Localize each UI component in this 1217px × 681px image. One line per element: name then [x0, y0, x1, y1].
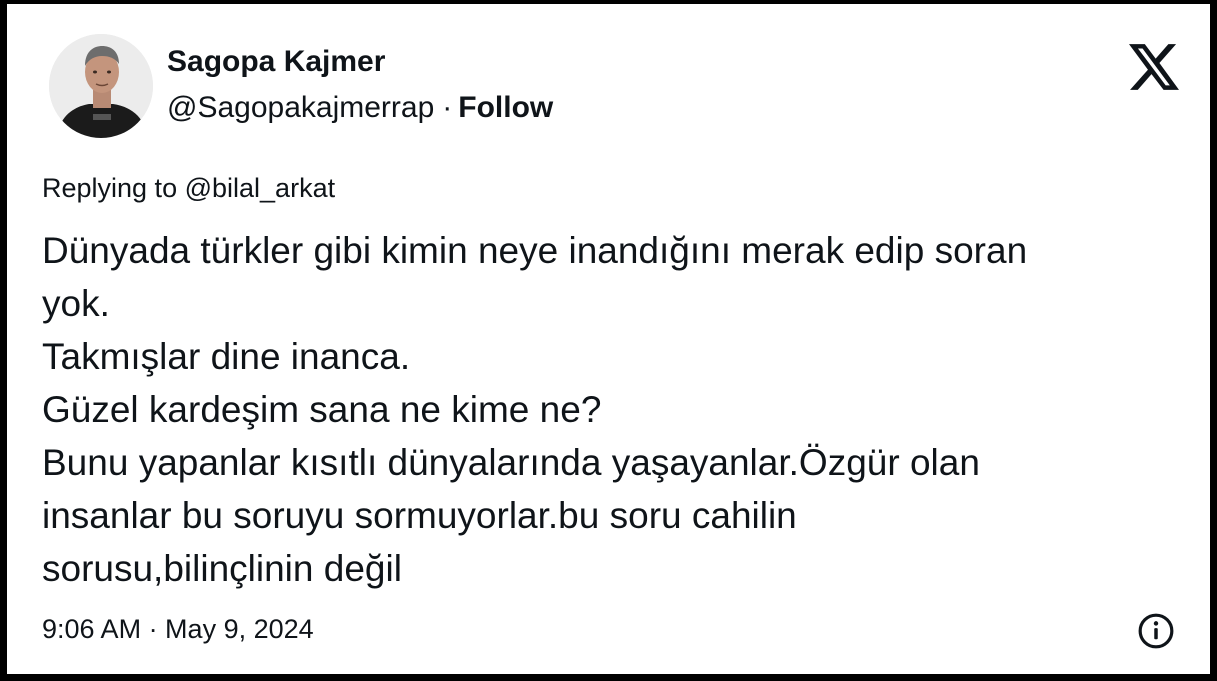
- author-handle[interactable]: @Sagopakajmerrap: [167, 91, 434, 124]
- tweet-line: yok.: [42, 283, 110, 324]
- tweet-line: insanlar bu soruyu sormuyorlar.bu soru c…: [42, 495, 797, 536]
- author-handle-row: @Sagopakajmerrap · Follow: [167, 88, 553, 128]
- tweet-line: Dünyada türkler gibi kimin neye inandığı…: [42, 230, 1028, 271]
- reply-mention-link[interactable]: @bilal_arkat: [185, 173, 335, 203]
- tweet-line: Takmışlar dine inanca.: [42, 336, 411, 377]
- follow-button[interactable]: Follow: [458, 91, 553, 124]
- info-icon[interactable]: [1137, 612, 1175, 650]
- tweet-line: sorusu,bilinçlinin değil: [42, 548, 402, 589]
- tweet-text: Dünyada türkler gibi kimin neye inandığı…: [42, 224, 1192, 595]
- tweet-line: Güzel kardeşim sana ne kime ne?: [42, 389, 602, 430]
- tweet-card: Sagopa Kajmer @Sagopakajmerrap · Follow Re…: [7, 4, 1210, 674]
- avatar-image: [49, 34, 153, 138]
- replying-to: Replying to @bilal_arkat: [42, 170, 335, 206]
- avatar[interactable]: [49, 34, 153, 138]
- tweet-timestamp[interactable]: 9:06 AM · May 9, 2024: [42, 611, 314, 647]
- author-name[interactable]: Sagopa Kajmer: [167, 42, 385, 82]
- handle-separator: ·: [442, 91, 453, 124]
- x-logo-icon[interactable]: [1129, 44, 1179, 90]
- replying-prefix: Replying to: [42, 173, 178, 203]
- tweet-line: Bunu yapanlar kısıtlı dünyalarında yaşay…: [42, 442, 980, 483]
